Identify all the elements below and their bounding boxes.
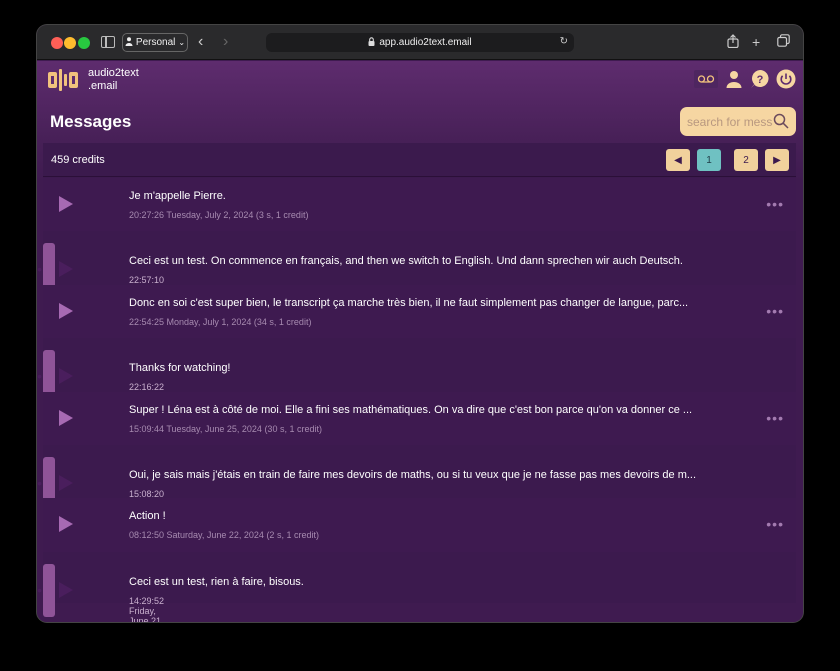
search-icon[interactable]	[773, 113, 789, 134]
more-options-icon[interactable]: •••	[37, 582, 43, 598]
play-icon[interactable]	[59, 516, 73, 533]
browser-window: Personal ⌄ ‹ › app.audio2text.email ↻ +	[37, 25, 803, 622]
message-meta: 22:54:25 Monday, July 1, 2024 (34 s, 1 c…	[129, 316, 312, 327]
play-icon[interactable]	[59, 368, 73, 385]
messages-list: Je m'appelle Pierre. 20:27:26 Tuesday, J…	[37, 178, 796, 622]
help-icon[interactable]: ?	[750, 69, 770, 89]
message-transcript: Oui, je sais mais j'étais en train de fa…	[129, 468, 697, 481]
more-options-icon[interactable]: •••	[37, 368, 43, 384]
close-window-button[interactable]	[51, 37, 63, 49]
back-arrow-icon[interactable]: ‹	[198, 34, 203, 50]
message-meta: 14:29:52 Friday, June 21, 2024 (7 s, 1 c…	[129, 595, 165, 622]
more-options-icon[interactable]: •••	[766, 516, 784, 532]
sidebar-toggle-icon[interactable]	[101, 36, 115, 48]
svg-text:?: ?	[757, 74, 764, 86]
lock-icon	[368, 37, 375, 48]
message-meta: 20:27:26 Tuesday, July 2, 2024 (3 s, 1 c…	[129, 210, 309, 220]
play-icon[interactable]	[59, 261, 73, 278]
zoom-window-button[interactable]	[78, 37, 90, 49]
message-transcript: Thanks for watching!	[129, 362, 231, 375]
message-meta: 08:12:50 Saturday, June 22, 2024 (2 s, 1…	[129, 530, 319, 541]
play-icon[interactable]	[59, 409, 73, 426]
message-row[interactable]: Super ! Léna est à côté de moi. Elle a f…	[43, 391, 796, 445]
message-transcript: Super ! Léna est à côté de moi. Elle a f…	[129, 403, 693, 416]
more-options-icon[interactable]: •••	[766, 303, 784, 319]
page-2-button[interactable]: 2	[734, 149, 758, 171]
message-transcript: Ceci est un test, rien à faire, bisous.	[129, 575, 304, 588]
message-row[interactable]: Action ! 08:12:50 Saturday, June 22, 202…	[43, 498, 796, 552]
pagination: ◀ 1 2 ▶	[666, 149, 789, 171]
play-icon[interactable]	[59, 581, 73, 598]
credits-bar: 459 credits ◀ 1 2 ▶	[43, 143, 796, 177]
previous-page-icon[interactable]: ◀	[666, 149, 690, 171]
message-transcript: Action !	[129, 510, 166, 523]
messages-panel: 459 credits ◀ 1 2 ▶ Je m'appelle Pierre.…	[37, 143, 796, 622]
search-box	[680, 107, 796, 136]
more-options-icon[interactable]: •••	[37, 261, 43, 277]
message-transcript: Donc en soi c'est super bien, le transcr…	[129, 296, 689, 309]
play-icon[interactable]	[59, 474, 73, 491]
more-options-icon[interactable]: •••	[766, 410, 784, 426]
app-logo-icon[interactable]	[48, 69, 78, 91]
message-transcript: Je m'appelle Pierre.	[129, 190, 226, 202]
message-row[interactable]: Donc en soi c'est super bien, le transcr…	[43, 284, 796, 339]
app-name[interactable]: audio2text .email	[88, 67, 139, 93]
forward-arrow-icon[interactable]: ›	[223, 34, 228, 50]
message-row[interactable]: Je m'appelle Pierre. 20:27:26 Tuesday, J…	[43, 178, 796, 232]
page-title: Messages	[50, 112, 132, 131]
message-row[interactable]: Ceci est un test, rien à faire, bisous. …	[37, 563, 304, 622]
browser-titlebar: Personal ⌄ ‹ › app.audio2text.email ↻ +	[37, 25, 803, 60]
message-transcript: Ceci est un test. On commence en françai…	[129, 255, 683, 268]
header-actions: ?	[694, 69, 796, 89]
app-content: audio2text .email ? Messages search for …	[37, 61, 803, 622]
address-bar[interactable]: app.audio2text.email ↻	[266, 33, 574, 52]
credits-count: 459 credits	[51, 154, 105, 166]
user-icon[interactable]	[724, 69, 744, 89]
minimize-window-button[interactable]	[64, 37, 76, 49]
url-text: app.audio2text.email	[379, 37, 472, 48]
tab-overview-icon[interactable]	[777, 34, 790, 50]
profile-selector[interactable]: Personal ⌄	[122, 33, 188, 52]
share-icon[interactable]	[727, 34, 739, 51]
person-icon	[125, 36, 133, 49]
page-1-button[interactable]: 1	[697, 149, 721, 171]
next-page-icon[interactable]: ▶	[765, 149, 789, 171]
message-meta: 15:09:44 Tuesday, June 25, 2024 (30 s, 1…	[129, 423, 322, 434]
play-icon[interactable]	[59, 196, 73, 212]
reload-icon[interactable]: ↻	[560, 36, 568, 47]
new-tab-icon[interactable]: +	[752, 34, 760, 50]
play-icon[interactable]	[59, 302, 73, 319]
chevron-down-icon: ⌄	[178, 38, 186, 47]
voicemail-icon[interactable]	[694, 70, 718, 88]
more-options-icon[interactable]: •••	[37, 475, 43, 491]
more-options-icon[interactable]: •••	[766, 196, 784, 212]
profile-label: Personal	[135, 37, 176, 48]
power-icon[interactable]	[776, 69, 796, 89]
search-input[interactable]	[687, 114, 773, 129]
